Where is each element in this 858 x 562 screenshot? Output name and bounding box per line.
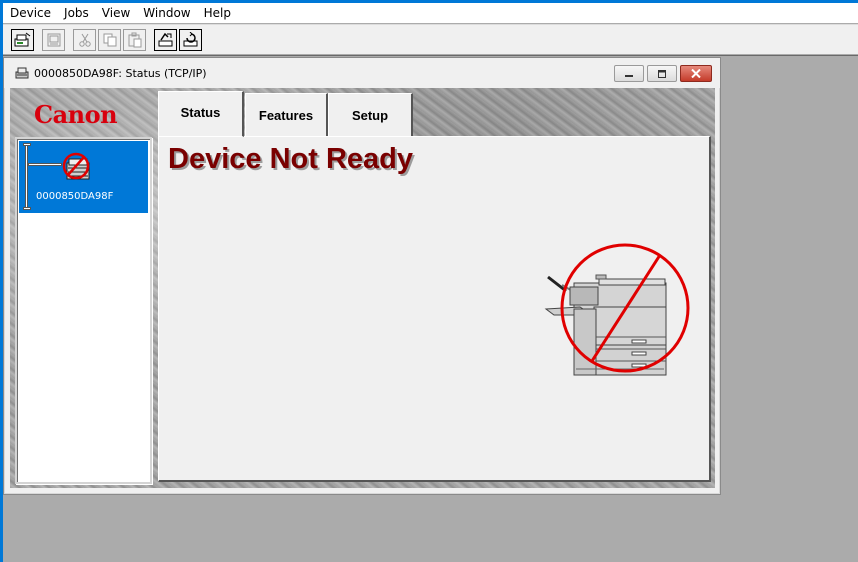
menu-device[interactable]: Device <box>10 6 51 20</box>
copy-icon <box>103 33 116 46</box>
toolbar <box>3 24 858 54</box>
status-window: 0000850DA98F: Status (TCP/IP) Canon 0000… <box>3 57 721 495</box>
device-error-icon <box>62 152 90 180</box>
minimize-icon <box>625 74 633 77</box>
copy-button[interactable] <box>98 28 121 51</box>
cut-button[interactable] <box>73 28 96 51</box>
device-list-item[interactable]: 0000850DA98F <box>19 141 148 213</box>
tree-connector <box>23 207 31 210</box>
tree-connector <box>25 145 28 209</box>
close-button[interactable] <box>680 65 712 82</box>
refresh-icon <box>183 31 198 46</box>
window-controls <box>611 65 712 82</box>
refresh-button[interactable] <box>179 28 202 51</box>
properties-button[interactable] <box>42 28 65 51</box>
canon-logo: Canon <box>34 100 118 129</box>
properties-icon <box>47 33 60 46</box>
status-heading: Device Not Ready <box>168 143 413 175</box>
close-icon <box>691 69 701 78</box>
cut-icon <box>78 33 91 47</box>
printer-not-available-icon <box>544 243 690 376</box>
pause-job-icon <box>158 32 173 46</box>
menu-bar: Device Jobs View Window Help <box>3 3 858 23</box>
minimize-button[interactable] <box>614 65 644 82</box>
window-client-area: Canon 0000850DA98F Status Features Setup… <box>10 88 715 488</box>
tab-status[interactable]: Status <box>158 91 244 137</box>
menu-window[interactable]: Window <box>143 6 190 20</box>
menu-jobs[interactable]: Jobs <box>64 6 89 20</box>
paste-icon <box>128 32 141 47</box>
maximize-icon <box>658 69 666 78</box>
pause-job-button[interactable] <box>154 28 177 51</box>
window-titlebar[interactable]: 0000850DA98F: Status (TCP/IP) <box>4 58 720 88</box>
device-icon <box>15 67 29 79</box>
window-title: 0000850DA98F: Status (TCP/IP) <box>34 66 207 80</box>
device-list[interactable]: 0000850DA98F <box>15 137 152 484</box>
tree-connector <box>28 163 62 166</box>
menu-view[interactable]: View <box>102 6 130 20</box>
menu-help[interactable]: Help <box>204 6 231 20</box>
maximize-button[interactable] <box>647 65 677 82</box>
print-button[interactable] <box>11 28 34 51</box>
tab-features[interactable]: Features <box>245 93 328 137</box>
device-list-item-label: 0000850DA98F <box>36 191 114 202</box>
tab-setup[interactable]: Setup <box>328 93 413 137</box>
print-icon <box>14 32 31 46</box>
paste-button[interactable] <box>123 28 146 51</box>
status-panel: Device Not Ready <box>158 136 711 482</box>
